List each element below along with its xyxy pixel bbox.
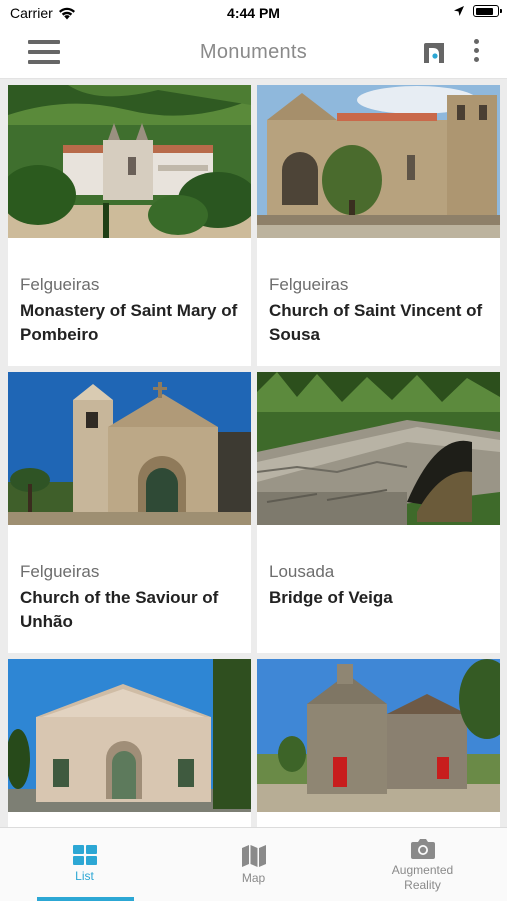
tab-list[interactable]: List (0, 828, 169, 901)
monument-photo (257, 372, 500, 525)
monument-card[interactable] (8, 659, 251, 827)
monument-city: Felgueiras (20, 562, 100, 581)
grid-list-icon (72, 845, 97, 865)
more-options-icon[interactable] (468, 39, 484, 67)
tab-map-label: Map (241, 871, 266, 885)
monument-photo (8, 372, 251, 525)
location-arrow-icon (454, 6, 464, 16)
active-tab-indicator (37, 897, 134, 901)
monument-name: Church of the Saviour of Unhão (20, 588, 219, 631)
battery-icon (473, 5, 502, 17)
monument-list: Felgueiras Monastery of Saint Mary of Po… (0, 79, 507, 827)
tab-bar: List Map Augmented Reality (0, 827, 507, 901)
camera-icon (410, 839, 435, 859)
tab-list-label: List (75, 869, 94, 883)
navigation-bar: Monuments (0, 28, 507, 79)
status-time: 4:44 PM (227, 5, 280, 21)
monument-card[interactable]: Felgueiras Church of Saint Vincent of So… (257, 85, 500, 366)
monument-card[interactable] (257, 659, 500, 827)
battery-level (475, 7, 493, 15)
status-bar: Carrier 4:44 PM (0, 0, 507, 28)
tab-augmented-reality[interactable]: Augmented Reality (338, 828, 507, 901)
monument-card[interactable]: Felgueiras Monastery of Saint Mary of Po… (8, 85, 251, 366)
tab-map[interactable]: Map (169, 828, 338, 901)
monument-name: Monastery of Saint Mary of Pombeiro (20, 301, 238, 344)
monument-name: Bridge of Veiga (269, 588, 393, 607)
monument-card[interactable]: Felgueiras Church of the Saviour of Unhã… (8, 372, 251, 653)
monument-photo (257, 659, 500, 812)
monument-city: Felgueiras (20, 275, 100, 294)
monument-city: Felgueiras (269, 275, 349, 294)
map-icon (241, 845, 266, 867)
app-logo-icon[interactable] (422, 41, 446, 65)
monument-photo (8, 85, 251, 238)
monument-photo (8, 659, 251, 812)
monument-card[interactable]: Lousada Bridge of Veiga (257, 372, 500, 653)
monument-photo (257, 85, 500, 238)
monument-name: Church of Saint Vincent of Sousa (269, 301, 483, 344)
tab-augmented-reality-label: Augmented Reality (391, 863, 454, 892)
status-right-group (453, 5, 502, 17)
monument-city: Lousada (269, 562, 335, 581)
